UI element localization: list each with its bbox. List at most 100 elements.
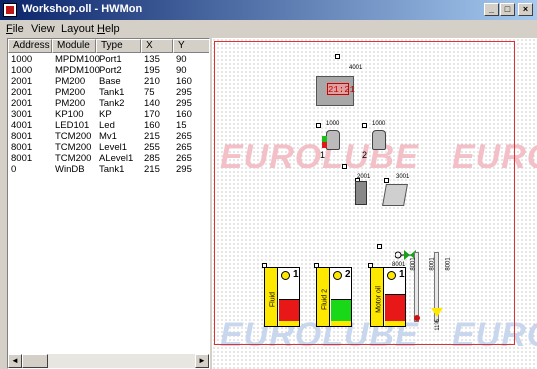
- table-row[interactable]: 2001 PM200 Tank2 140 295: [8, 98, 209, 109]
- menu-layout[interactable]: Layout: [61, 23, 94, 35]
- table-cell: Level1: [99, 142, 127, 153]
- selection-handle[interactable]: [335, 54, 340, 59]
- minimize-button[interactable]: _: [484, 3, 499, 16]
- scroll-right-button[interactable]: ►: [195, 354, 209, 368]
- selection-handle[interactable]: [362, 123, 367, 128]
- table-cell: MPDM100: [55, 65, 100, 76]
- menu-view[interactable]: View: [31, 23, 55, 35]
- table-cell: Port2: [99, 65, 122, 76]
- layout-canvas[interactable]: EUROLUBE EUROLUBE EUROLUBE EUROLUBE 4001…: [212, 38, 537, 369]
- table-row[interactable]: 8001 TCM200 Mv1 215 265: [8, 131, 209, 142]
- table-row[interactable]: 0 WinDB Tank1 215 295: [8, 164, 209, 175]
- table-cell: 3001: [11, 109, 33, 120]
- menu-help[interactable]: Help: [97, 23, 120, 35]
- column-header-type[interactable]: Type: [96, 39, 141, 53]
- table-cell: Mv1: [99, 131, 117, 142]
- port1-address: 1000: [326, 121, 340, 127]
- tank-number: 1: [293, 269, 299, 280]
- port2-address: 1000: [372, 121, 386, 127]
- table-cell: 135: [144, 54, 160, 65]
- tank-arrow-icon: [279, 321, 299, 326]
- table-row[interactable]: 8001 TCM200 Level1 255 265: [8, 142, 209, 153]
- column-header-address[interactable]: Address: [8, 39, 52, 53]
- close-button[interactable]: ×: [518, 3, 533, 16]
- tank-fluid[interactable]: Fluid 1: [264, 267, 300, 327]
- table-row[interactable]: 2001 PM200 Tank1 75 295: [8, 87, 209, 98]
- tank-label: Motor oil: [375, 286, 383, 313]
- tank-label: Fluid: [269, 291, 277, 308]
- level-value: 11%: [434, 319, 441, 331]
- app-icon[interactable]: [3, 3, 17, 17]
- keypad-module-icon[interactable]: [382, 184, 408, 206]
- scroll-left-button[interactable]: ◄: [8, 354, 22, 368]
- table-cell: PM200: [55, 76, 86, 87]
- table-cell: 295: [176, 164, 192, 175]
- table-cell: 295: [176, 87, 192, 98]
- table-row[interactable]: 1000 MPDM100 Port1 135 90: [8, 54, 209, 65]
- table-cell: 170: [144, 109, 160, 120]
- port2-pump-icon[interactable]: [372, 130, 386, 150]
- sensor-address: 8001: [429, 257, 436, 271]
- table-cell: 195: [144, 65, 160, 76]
- table-cell: 15: [176, 120, 187, 131]
- scroll-thumb[interactable]: [22, 354, 48, 368]
- window-title: Workshop.oll - HWMon: [22, 3, 143, 15]
- table-cell: 160: [176, 109, 192, 120]
- gauge-icon: [387, 271, 396, 280]
- table-row[interactable]: 2001 PM200 Base 210 160: [8, 76, 209, 87]
- column-header-module[interactable]: Module: [52, 39, 96, 53]
- sensor-indicator-icon: [414, 315, 420, 321]
- table-row[interactable]: 1000 MPDM100 Port2 195 90: [8, 65, 209, 76]
- table-row[interactable]: 8001 TCM200 ALevel1 285 265: [8, 153, 209, 164]
- table-cell: TCM200: [55, 142, 92, 153]
- clock-time: 21:21: [327, 83, 356, 95]
- table-cell: 8001: [11, 153, 33, 164]
- table-cell: TCM200: [55, 153, 92, 164]
- table-cell: 8001: [11, 142, 33, 153]
- table-cell: 265: [176, 131, 192, 142]
- table-cell: 210: [144, 76, 160, 87]
- table-cell: KP100: [55, 109, 84, 120]
- table-cell: WinDB: [55, 164, 85, 175]
- table-cell: 255: [144, 142, 160, 153]
- selection-handle[interactable]: [316, 123, 321, 128]
- column-header-x[interactable]: X: [141, 39, 173, 53]
- horizontal-scrollbar[interactable]: ◄ ►: [8, 354, 209, 368]
- tank-fill: [385, 294, 405, 321]
- table-cell: Port1: [99, 54, 122, 65]
- maximize-button[interactable]: □: [500, 3, 515, 16]
- table-cell: ALevel1: [99, 153, 134, 164]
- base-module-icon[interactable]: [355, 181, 367, 205]
- valve-address: 8001: [392, 262, 406, 268]
- tank-arrow-icon: [331, 321, 351, 326]
- tank-fill: [279, 299, 299, 321]
- tank-motor-oil[interactable]: Motor oil 1: [370, 267, 406, 327]
- port2-number: 2: [362, 150, 368, 160]
- table-cell: 285: [144, 153, 160, 164]
- selection-handle[interactable]: [377, 244, 382, 249]
- menu-file[interactable]: File: [6, 23, 24, 35]
- table-cell: 265: [176, 153, 192, 164]
- port-led-icon: [322, 142, 327, 148]
- table-cell: Tank2: [99, 98, 125, 109]
- selection-handle[interactable]: [384, 178, 389, 183]
- module-list[interactable]: Address Module Type X Y 1000 MPDM100 Port1…: [7, 38, 210, 369]
- table-cell: 0: [11, 164, 17, 175]
- table-cell: PM200: [55, 87, 86, 98]
- clock-module[interactable]: 21:21: [316, 76, 356, 106]
- table-cell: Base: [99, 76, 121, 87]
- tank-fluid-2[interactable]: Fluid 2 2: [316, 267, 352, 327]
- title-bar: Workshop.oll - HWMon _ □ ×: [0, 0, 537, 20]
- port1-pump-icon[interactable]: [326, 130, 340, 150]
- column-header-y[interactable]: Y: [173, 39, 209, 53]
- table-row[interactable]: 3001 KP100 KP 170 160: [8, 109, 209, 120]
- selection-handle[interactable]: [342, 164, 347, 169]
- tank-arrow-icon: [385, 321, 405, 326]
- table-cell: PM200: [55, 98, 86, 109]
- level-triangle-icon: [431, 308, 443, 317]
- sensor-address: 8001: [445, 257, 452, 271]
- table-cell: 2001: [11, 87, 33, 98]
- table-row[interactable]: 4001 LED101 Led 160 15: [8, 120, 209, 131]
- table-cell: Tank1: [99, 164, 125, 175]
- table-cell: 75: [144, 87, 155, 98]
